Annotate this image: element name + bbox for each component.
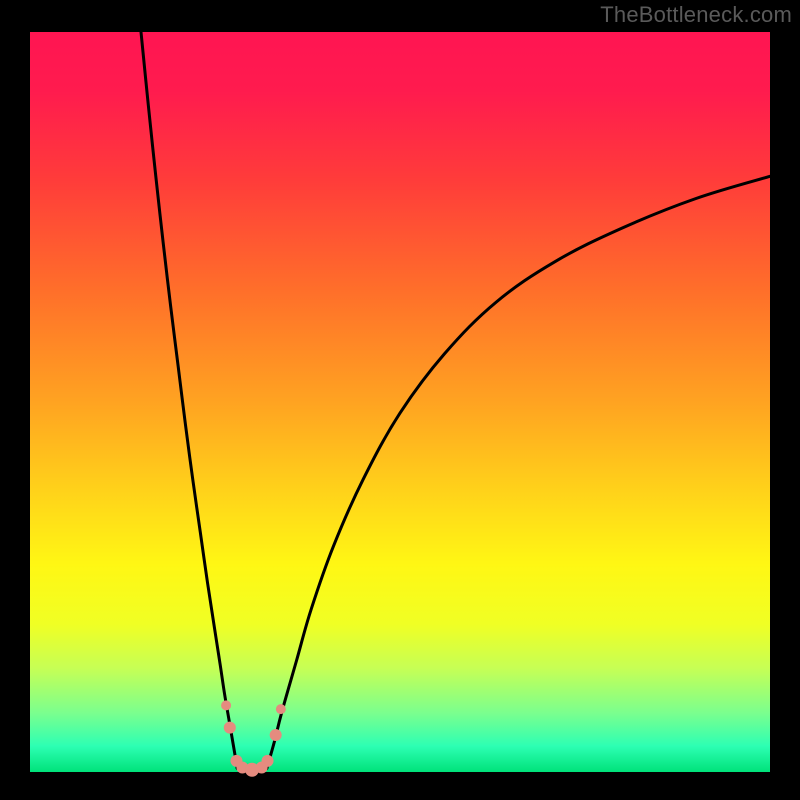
data-point-7 bbox=[270, 729, 282, 741]
chart-container: TheBottleneck.com bbox=[0, 0, 800, 800]
bottleneck-chart bbox=[0, 0, 800, 800]
plot-background bbox=[30, 32, 770, 772]
data-point-8 bbox=[276, 704, 286, 714]
data-point-1 bbox=[224, 722, 236, 734]
watermark-text: TheBottleneck.com bbox=[600, 2, 792, 28]
data-point-0 bbox=[221, 700, 231, 710]
data-point-6 bbox=[262, 755, 274, 767]
